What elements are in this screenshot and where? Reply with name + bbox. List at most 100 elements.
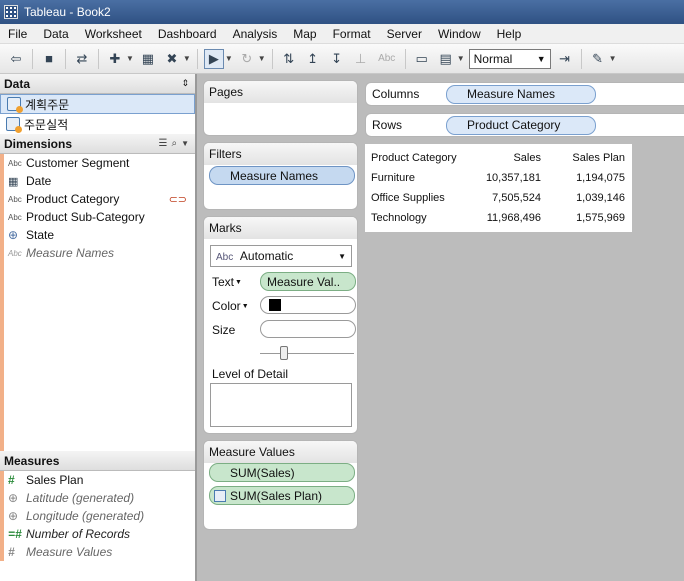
menu-analysis[interactable]: Analysis [225,27,286,41]
datasource-label: 계획주문 [25,97,70,112]
row-header[interactable]: Technology [365,208,477,228]
size-shelf-button[interactable]: Size [212,323,235,337]
swap-icon[interactable]: ⇅ [279,49,299,69]
chevron-down-icon[interactable]: ▼ [609,54,617,63]
pin-icon[interactable]: ⊥ [351,49,371,69]
measure-value-pill[interactable]: SUM(Sales) [209,463,355,482]
chevron-down-icon[interactable]: ▼ [225,54,233,63]
measure-field[interactable]: ⊕ Latitude (generated) [4,489,195,507]
columns-shelf[interactable]: Columns Measure Names [365,82,684,106]
auto-update-icon[interactable]: ▶ [203,48,224,69]
size-box[interactable] [260,320,356,338]
field-label: Longitude (generated) [26,509,145,523]
color-swatch [269,299,281,311]
row-header[interactable]: Furniture [365,168,477,188]
search-icon[interactable]: ⌕ [171,138,177,149]
sort-toggle-icon[interactable]: ⇕ [181,78,189,89]
sort-ascending-icon[interactable]: ↥ [303,49,323,69]
back-icon[interactable]: ⇦ [6,49,26,69]
table-cell[interactable]: 11,968,496 [477,208,547,228]
mark-type-select[interactable]: Abc Automatic ▼ [210,245,352,267]
chevron-down-icon[interactable]: ▼ [183,54,191,63]
measure-field[interactable]: # Measure Values [4,543,195,561]
view-toggle-icon[interactable]: ☰ [159,138,168,149]
table-row[interactable]: Office Supplies 7,505,524 1,039,146 [365,188,631,208]
table-cell[interactable]: 10,357,181 [477,168,547,188]
rows-pill[interactable]: Product Category [446,115,596,135]
toolbar-divider [196,48,198,69]
save-icon[interactable]: ■ [39,49,59,69]
detail-label: Level of Detail [212,367,289,381]
datasource-icon [214,489,226,502]
menu-data[interactable]: Data [35,27,76,41]
datasource-label: 주문실적 [24,117,69,132]
table-row[interactable]: Furniture 10,357,181 1,194,075 [365,168,631,188]
table-cell[interactable]: 7,505,524 [477,188,547,208]
chevron-down-icon[interactable]: ▼ [457,54,465,63]
menu-server[interactable]: Server [379,27,430,41]
menu-dashboard[interactable]: Dashboard [150,27,225,41]
color-shelf-button[interactable]: Color ▼ [212,299,249,313]
window-title: Tableau - Book2 [24,5,111,19]
menu-help[interactable]: Help [489,27,530,41]
datasource-icon [6,117,22,133]
row-header[interactable]: Office Supplies [365,188,477,208]
show-me-icon[interactable]: ▤ [436,49,456,69]
chevron-down-icon[interactable]: ▼ [258,54,266,63]
table-cell[interactable]: 1,039,146 [547,188,631,208]
fit-select-value: Normal [473,51,513,66]
field-label: Product Sub-Category [26,210,145,224]
table-row[interactable]: Technology 11,968,496 1,575,969 [365,208,631,228]
dimension-field[interactable]: ▦ Date [4,172,195,190]
menu-window[interactable]: Window [430,27,489,41]
highlight-icon[interactable]: ✎ [588,49,608,69]
menu-format[interactable]: Format [325,27,379,41]
globe-icon: ⊕ [8,509,19,523]
color-box[interactable] [260,296,356,314]
measure-field[interactable]: # Sales Plan [4,471,195,489]
new-worksheet-icon[interactable]: ✚ [105,49,125,69]
filters-card[interactable]: Filters Measure Names [203,142,358,210]
chevron-down-icon[interactable]: ▼ [126,54,134,63]
datasource-item[interactable]: 주문실적 [0,114,195,134]
column-header[interactable]: Sales Plan [547,148,631,168]
column-header[interactable]: Sales [477,148,547,168]
connect-data-icon[interactable]: ⇄ [72,49,92,69]
menu-worksheet[interactable]: Worksheet [77,27,150,41]
link-icon[interactable]: ⊂⊃ [169,193,187,206]
size-slider-thumb[interactable] [280,346,288,360]
fix-axes-icon[interactable]: ⇥ [555,49,575,69]
measure-field[interactable]: =# Number of Records [4,525,195,543]
dimension-field[interactable]: Abc Product Category ⊂⊃ [4,190,195,208]
menu-file[interactable]: File [0,27,35,41]
sort-descending-icon[interactable]: ↧ [327,49,347,69]
dimension-field[interactable]: ⊕ State [4,226,195,244]
dimension-field[interactable]: Abc Product Sub-Category [4,208,195,226]
text-shelf-button[interactable]: Text ▼ [212,275,242,289]
filter-pill[interactable]: Measure Names [209,166,355,185]
clear-sheet-icon[interactable]: ✖ [162,49,182,69]
measure-field[interactable]: ⊕ Longitude (generated) [4,507,195,525]
menu-map[interactable]: Map [285,27,324,41]
new-dashboard-icon[interactable]: ▦ [138,49,158,69]
rows-shelf[interactable]: Rows Product Category [365,113,684,137]
detail-box[interactable] [210,383,352,427]
table-cell[interactable]: 1,194,075 [547,168,631,188]
rows-label: Rows [372,118,403,132]
dimension-field[interactable]: Abc Customer Segment [4,154,195,172]
pages-card[interactable]: Pages [203,80,358,136]
show-labels-icon[interactable]: Abc [375,49,399,69]
datasource-item[interactable]: 계획주문 [0,94,195,114]
chevron-down-icon[interactable]: ▼ [181,139,189,148]
size-slider-track[interactable] [260,353,354,354]
table-header-row: Product Category Sales Sales Plan [365,148,631,168]
dimension-field[interactable]: Abc Measure Names [4,244,195,262]
refresh-icon[interactable]: ↻ [237,49,257,69]
text-pill[interactable]: Measure Val.. [260,272,356,291]
columns-pill[interactable]: Measure Names [446,84,596,104]
column-header[interactable]: Product Category [365,148,477,168]
measure-value-pill[interactable]: SUM(Sales Plan) [209,486,355,505]
fit-select[interactable]: Normal ▼ [468,48,551,69]
table-cell[interactable]: 1,575,969 [547,208,631,228]
presentation-icon[interactable]: ▭ [412,49,432,69]
